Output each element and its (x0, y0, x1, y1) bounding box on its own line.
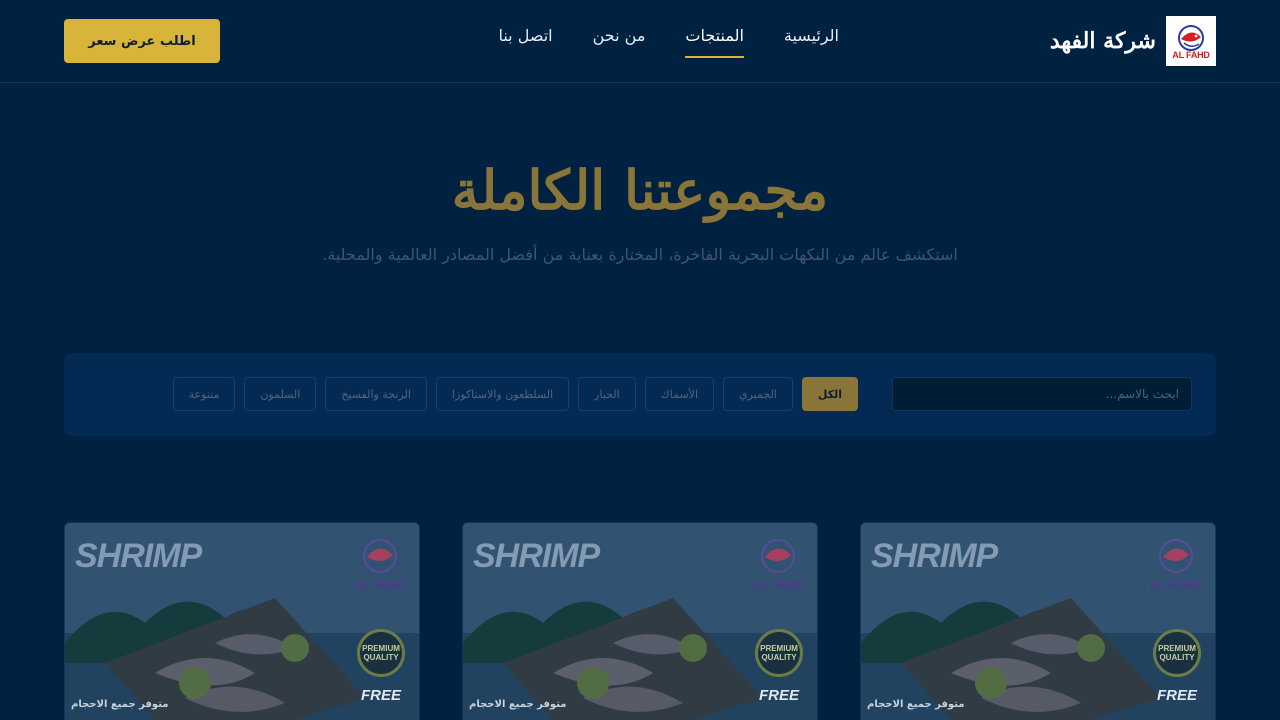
filter-panel: الكل الجمبري الأسماك الحبار السلطعون وال… (64, 353, 1216, 436)
product-label: SHRIMP (871, 537, 998, 575)
logo: AL FAHD (1166, 16, 1216, 66)
nav-item-products[interactable]: المنتجات (685, 26, 744, 58)
product-card[interactable]: SHRIMP AL FAHD PREMIUM QUALITY FREE متوف… (860, 522, 1216, 720)
free-label: FREE (1156, 687, 1197, 704)
site-header: AL FAHD شركة الفهد الرئيسية المنتجات من … (0, 0, 1280, 83)
nav-item-about[interactable]: من نحن (593, 26, 646, 58)
filter-chip-crab-lobster[interactable]: السلطعون والاستاكوزا (435, 377, 570, 411)
nav-item-home[interactable]: الرئيسية (784, 26, 839, 58)
brand[interactable]: AL FAHD شركة الفهد (1050, 16, 1216, 66)
search-input[interactable] (892, 377, 1192, 411)
page-subtitle: استكشف عالم من النكهات البحرية الفاخرة، … (322, 245, 958, 264)
fish-emblem-icon (761, 539, 795, 573)
product-label: SHRIMP (75, 537, 202, 575)
free-label: FREE (360, 687, 401, 704)
product-caption: متوفر جميع الاحجام (469, 699, 567, 710)
card-brand: AL FAHD (1147, 537, 1205, 592)
quality-badge: PREMIUM QUALITY (1153, 629, 1201, 677)
page-title: مجموعتنا الكاملة (451, 158, 829, 222)
products-page: AL FAHD شركة الفهد الرئيسية المنتجات من … (0, 0, 1280, 720)
logo-text: AL FAHD (1172, 49, 1210, 60)
filter-chip-shrimp[interactable]: الجمبري (723, 377, 793, 411)
filter-chip-squid[interactable]: الحبار (578, 377, 636, 411)
filter-chip-herring-fesikh[interactable]: الرنجة والفسيخ (325, 377, 427, 411)
card-brand-name: AL FAHD (354, 578, 406, 592)
card-brand-name: AL FAHD (752, 578, 804, 592)
filter-chip-salmon[interactable]: السلمون (244, 377, 317, 411)
fish-emblem-icon (1178, 24, 1204, 51)
product-card[interactable]: SHRIMP AL FAHD PREMIUM QUALITY FREE متوف… (462, 522, 818, 720)
product-caption: متوفر جميع الاحجام (71, 699, 169, 710)
filter-chip-assorted[interactable]: متنوعة (172, 377, 236, 411)
request-quote-button[interactable]: اطلب عرض سعر (64, 19, 220, 63)
nav-item-contact[interactable]: اتصل بنا (498, 26, 552, 58)
card-brand-name: AL FAHD (1150, 578, 1202, 592)
product-card[interactable]: SHRIMP AL FAHD PREMIUM QUALITY FREE متوف… (64, 522, 420, 720)
main-nav: الرئيسية المنتجات من نحن اتصل بنا (451, 26, 839, 60)
free-label: FREE (758, 687, 799, 704)
quality-badge: PREMIUM QUALITY (357, 629, 405, 677)
category-filters: الكل الجمبري الأسماك الحبار السلطعون وال… (172, 377, 858, 411)
filter-chip-fish[interactable]: الأسماك (644, 377, 714, 411)
quality-badge: PREMIUM QUALITY (755, 629, 803, 677)
card-brand: AL FAHD (749, 537, 807, 592)
fish-emblem-icon (363, 539, 397, 573)
filter-chip-all[interactable]: الكل (801, 377, 858, 411)
brand-name: شركة الفهد (1049, 28, 1156, 54)
fish-emblem-icon (1159, 539, 1193, 573)
product-label: SHRIMP (473, 537, 600, 575)
product-caption: متوفر جميع الاحجام (867, 699, 965, 710)
card-brand: AL FAHD (351, 537, 409, 592)
